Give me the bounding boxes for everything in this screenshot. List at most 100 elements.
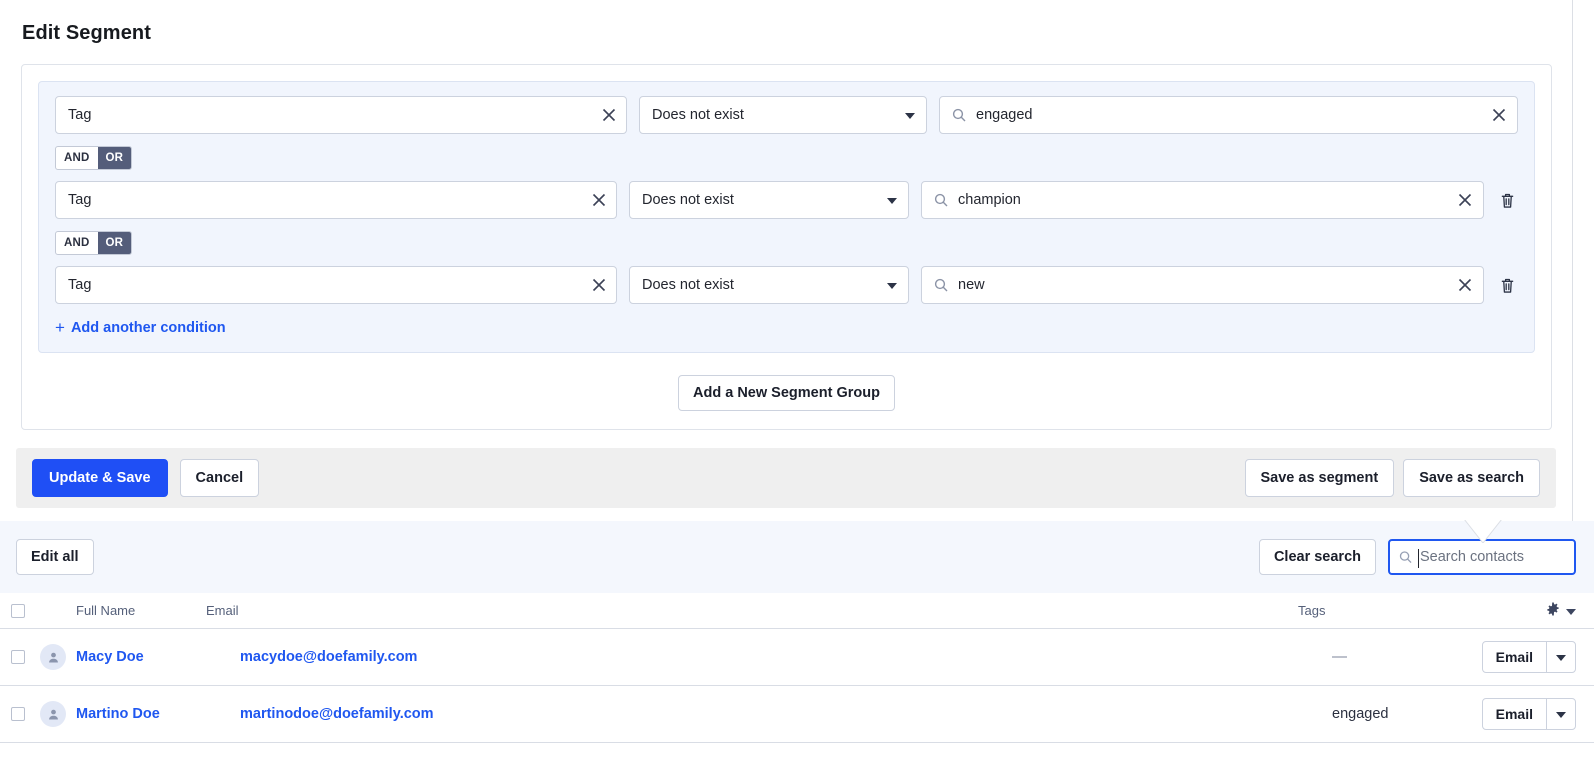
save-as-segment-button[interactable]: Save as segment xyxy=(1244,459,1395,497)
clear-field-icon[interactable] xyxy=(602,108,616,122)
clear-search-button[interactable]: Clear search xyxy=(1258,539,1376,575)
contact-email-link[interactable]: macydoe@doefamily.com xyxy=(240,649,417,665)
logic-operator-toggle[interactable]: AND OR xyxy=(55,231,133,255)
column-header-email[interactable]: Email xyxy=(204,603,1298,618)
select-all-checkbox-cell xyxy=(0,603,36,618)
search-contacts-placeholder: Search contacts xyxy=(1420,549,1524,565)
logic-operator-toggle-wrap: AND OR xyxy=(55,146,1518,170)
condition-field-select[interactable]: Tag xyxy=(55,181,617,219)
add-segment-group-wrap: Add a New Segment Group xyxy=(38,375,1535,411)
chevron-down-icon[interactable] xyxy=(1566,608,1576,615)
clear-field-icon[interactable] xyxy=(592,193,606,207)
edit-segment-panel: Edit Segment Tag Does not exist engaged … xyxy=(0,0,1573,525)
condition-row: Tag Does not exist champion xyxy=(55,181,1518,219)
contact-action-cell: Email xyxy=(1464,698,1594,730)
plus-icon: + xyxy=(55,318,65,337)
chevron-down-icon xyxy=(905,113,915,119)
condition-field-select[interactable]: Tag xyxy=(55,96,627,134)
search-icon xyxy=(952,108,966,122)
chevron-down-icon xyxy=(887,283,897,289)
contacts-table: Full Name Email Tags Macy Doe macydoe@do… xyxy=(0,593,1594,743)
email-button[interactable]: Email xyxy=(1483,642,1546,672)
email-split-button: Email xyxy=(1481,641,1576,673)
clear-field-icon[interactable] xyxy=(592,278,606,292)
search-icon xyxy=(934,278,948,292)
delete-condition-button[interactable] xyxy=(1496,188,1518,212)
clear-value-icon[interactable] xyxy=(1492,108,1506,122)
update-save-button[interactable]: Update & Save xyxy=(32,459,168,497)
condition-value-text: champion xyxy=(958,192,1021,208)
table-settings-cell xyxy=(1464,602,1594,619)
contact-name-link[interactable]: Macy Doe xyxy=(76,649,144,665)
text-cursor xyxy=(1418,549,1419,568)
condition-value-search[interactable]: engaged xyxy=(939,96,1518,134)
column-header-tags[interactable]: Tags xyxy=(1298,603,1464,618)
callout-tail-icon xyxy=(1462,518,1504,544)
contact-email-cell: martinodoe@doefamily.com xyxy=(238,705,1332,723)
condition-value-search[interactable]: champion xyxy=(921,181,1484,219)
row-checkbox-cell xyxy=(0,707,36,721)
clear-value-icon[interactable] xyxy=(1458,278,1472,292)
condition-field-value: Tag xyxy=(68,192,92,208)
chevron-down-icon xyxy=(1556,654,1566,661)
chevron-down-icon xyxy=(887,198,897,204)
condition-value-search[interactable]: new xyxy=(921,266,1484,304)
search-icon xyxy=(1399,551,1412,564)
contacts-toolbar-right: Clear search Search contacts xyxy=(1258,539,1576,575)
condition-row: Tag Does not exist engaged xyxy=(55,96,1518,134)
clear-value-icon[interactable] xyxy=(1458,193,1472,207)
condition-field-select[interactable]: Tag xyxy=(55,266,617,304)
select-all-checkbox[interactable] xyxy=(11,603,25,618)
row-checkbox-cell xyxy=(0,650,36,664)
table-row[interactable]: Macy Doe macydoe@doefamily.com — Email xyxy=(0,629,1594,686)
condition-operator-select[interactable]: Does not exist xyxy=(629,266,909,304)
condition-operator-select[interactable]: Does not exist xyxy=(629,181,909,219)
avatar xyxy=(40,701,66,727)
row-checkbox[interactable] xyxy=(11,650,25,664)
email-dropdown-toggle[interactable] xyxy=(1546,699,1575,729)
logic-or-option[interactable]: OR xyxy=(97,147,132,169)
condition-operator-value: Does not exist xyxy=(642,192,734,208)
add-another-condition-button[interactable]: + Add another condition xyxy=(55,318,226,337)
delete-condition-button[interactable] xyxy=(1496,273,1518,297)
segment-group-card: Tag Does not exist engaged AND OR Tag Do… xyxy=(21,64,1552,430)
save-as-search-button[interactable]: Save as search xyxy=(1403,459,1540,497)
condition-operator-select[interactable]: Does not exist xyxy=(639,96,927,134)
edit-all-button[interactable]: Edit all xyxy=(16,539,94,575)
column-header-full-name[interactable]: Full Name xyxy=(36,603,204,618)
avatar-cell xyxy=(36,644,70,670)
segment-action-bar: Update & Save Cancel Save as segment Sav… xyxy=(16,448,1556,508)
app-page: Edit Segment Tag Does not exist engaged … xyxy=(0,0,1594,760)
cancel-button[interactable]: Cancel xyxy=(179,459,260,497)
logic-or-option[interactable]: OR xyxy=(97,232,132,254)
table-settings-control[interactable] xyxy=(1546,602,1576,619)
contact-tags-value: — xyxy=(1332,648,1347,665)
contact-tags-cell: — xyxy=(1332,648,1464,666)
contact-tags-cell: engaged xyxy=(1332,705,1464,723)
email-dropdown-toggle[interactable] xyxy=(1546,642,1575,672)
logic-and-option[interactable]: AND xyxy=(56,147,98,169)
contact-email-link[interactable]: martinodoe@doefamily.com xyxy=(240,706,434,722)
add-new-segment-group-button[interactable]: Add a New Segment Group xyxy=(678,375,895,411)
table-row[interactable]: Martino Doe martinodoe@doefamily.com eng… xyxy=(0,686,1594,743)
condition-operator-value: Does not exist xyxy=(642,277,734,293)
logic-and-option[interactable]: AND xyxy=(56,232,98,254)
email-button[interactable]: Email xyxy=(1483,699,1546,729)
avatar xyxy=(40,644,66,670)
page-title: Edit Segment xyxy=(22,22,151,44)
action-bar-right: Save as segment Save as search xyxy=(1244,459,1540,497)
logic-operator-toggle[interactable]: AND OR xyxy=(55,146,133,170)
condition-operator-value: Does not exist xyxy=(652,107,744,123)
row-checkbox[interactable] xyxy=(11,707,25,721)
table-header-row: Full Name Email Tags xyxy=(0,593,1594,629)
gear-icon[interactable] xyxy=(1546,602,1560,619)
condition-row: Tag Does not exist new xyxy=(55,266,1518,304)
chevron-down-icon xyxy=(1556,711,1566,718)
search-contacts-input[interactable]: Search contacts xyxy=(1388,539,1576,575)
add-another-condition-label: Add another condition xyxy=(70,320,226,336)
contact-name-link[interactable]: Martino Doe xyxy=(76,706,160,722)
contact-tags-value: engaged xyxy=(1332,706,1389,722)
search-icon xyxy=(934,193,948,207)
contact-email-cell: macydoe@doefamily.com xyxy=(238,648,1332,666)
logic-operator-toggle-wrap: AND OR xyxy=(55,231,1518,255)
